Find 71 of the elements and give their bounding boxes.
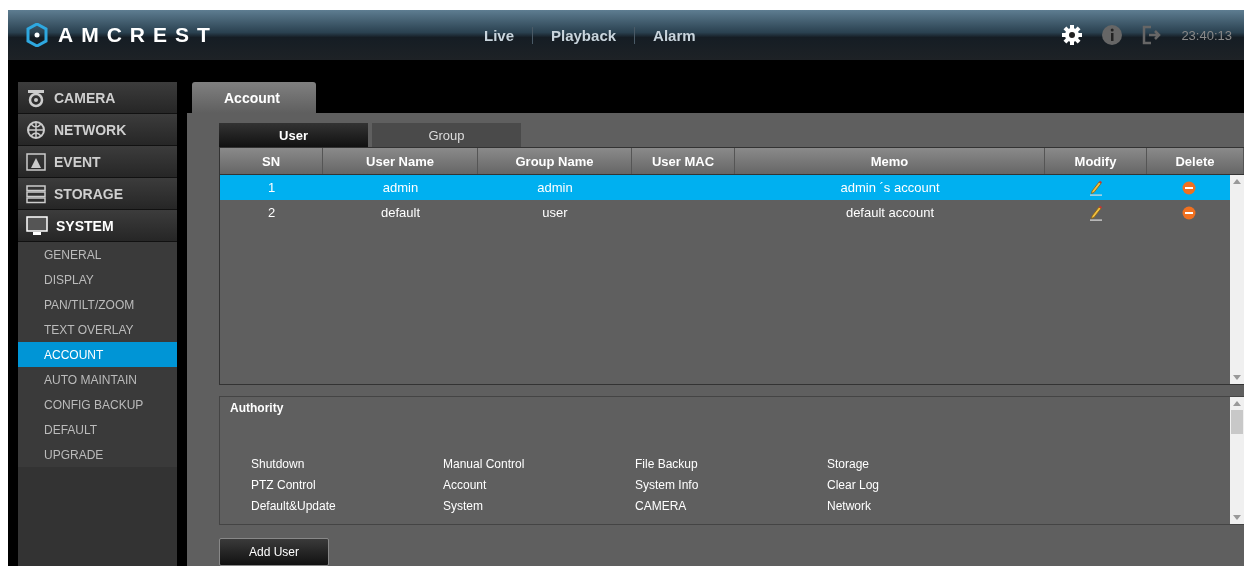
submenu-item[interactable]: UPGRADE: [18, 442, 177, 467]
permission-label: Network: [827, 499, 872, 513]
table-row[interactable]: 2 default user default account: [220, 200, 1230, 225]
pencil-icon[interactable]: [1089, 179, 1103, 196]
sidebar-item[interactable]: NETWORK: [18, 114, 177, 146]
column-header: User Name: [323, 148, 478, 174]
column-header: Memo: [735, 148, 1045, 174]
delete-icon[interactable]: [1181, 180, 1196, 195]
column-header: SN: [220, 148, 323, 174]
table-cell: default account: [845, 205, 935, 220]
clock-time: 23:40:13: [1181, 27, 1232, 43]
section-title: Authority: [230, 401, 284, 415]
submenu-item[interactable]: CONFIG BACKUP: [18, 392, 177, 417]
permission-label: Default&Update: [251, 499, 337, 513]
table-cell: admin: [537, 180, 573, 195]
permission-label: File Backup: [635, 457, 699, 471]
nav-link[interactable]: Live: [466, 26, 533, 44]
scroll-thumb[interactable]: [1231, 410, 1243, 434]
permission-label: Clear Log: [827, 478, 881, 492]
sub-tab[interactable]: User: [219, 123, 368, 147]
permission-label: Manual Control: [443, 457, 526, 471]
submenu-item[interactable]: PAN/TILT/ZOOM: [18, 292, 177, 317]
sidebar-item[interactable]: EVENT: [18, 146, 177, 178]
info-icon[interactable]: [1101, 24, 1124, 46]
scroll-up-arrow-icon[interactable]: [1233, 179, 1241, 184]
nav-link[interactable]: Alarm: [635, 26, 714, 44]
permission-label: Account: [443, 478, 488, 492]
storage-icon: [26, 183, 46, 204]
settings-icon[interactable]: [1061, 24, 1084, 46]
column-header: User MAC: [632, 148, 735, 174]
nav-link[interactable]: Playback: [533, 26, 636, 44]
page-tab[interactable]: Account: [192, 82, 316, 113]
scroll-down-arrow-icon[interactable]: [1233, 515, 1241, 520]
sub-tab[interactable]: Group: [372, 123, 521, 147]
sidebar-item[interactable]: SYSTEM: [18, 210, 177, 242]
scrollbar[interactable]: [1230, 175, 1244, 384]
table-cell: 2: [267, 205, 276, 220]
sidebar-item[interactable]: CAMERA: [18, 82, 177, 114]
brand-name: AMCREST: [58, 23, 218, 47]
scrollbar[interactable]: [1230, 397, 1244, 524]
table-cell: user: [542, 205, 568, 220]
logo-icon: [26, 23, 48, 47]
submenu-item[interactable]: TEXT OVERLAY: [18, 317, 177, 342]
table-cell: admin ´s account: [840, 180, 940, 195]
sidebar-item[interactable]: STORAGE: [18, 178, 177, 210]
permission-label: System Info: [635, 478, 700, 492]
submenu-item[interactable]: DISPLAY: [18, 267, 177, 292]
permission-label: CAMERA: [635, 499, 688, 513]
submenu-item[interactable]: ACCOUNT: [18, 342, 177, 367]
column-header: Delete: [1147, 148, 1244, 174]
scroll-up-arrow-icon[interactable]: [1233, 401, 1241, 406]
globe-icon: [26, 119, 46, 140]
permission-label: Storage: [827, 457, 871, 471]
camera-icon: [26, 87, 46, 108]
add-user-button[interactable]: Add User: [219, 538, 329, 566]
table-cell: default: [380, 205, 420, 220]
delete-icon[interactable]: [1181, 205, 1196, 220]
submenu-item[interactable]: GENERAL: [18, 242, 177, 267]
pencil-icon[interactable]: [1089, 204, 1103, 221]
permission-label: System: [443, 499, 484, 513]
table-cell: admin: [382, 180, 419, 195]
table-cell: 1: [267, 180, 276, 195]
submenu-item[interactable]: AUTO MAINTAIN: [18, 367, 177, 392]
permission-label: Shutdown: [251, 457, 306, 471]
column-header: Group Name: [478, 148, 632, 174]
scroll-down-arrow-icon[interactable]: [1233, 375, 1241, 380]
permission-label: PTZ Control: [251, 478, 317, 492]
monitor-icon: [26, 215, 48, 236]
column-header: Modify: [1045, 148, 1147, 174]
warning-icon: [26, 152, 46, 171]
submenu-item[interactable]: DEFAULT: [18, 417, 177, 442]
